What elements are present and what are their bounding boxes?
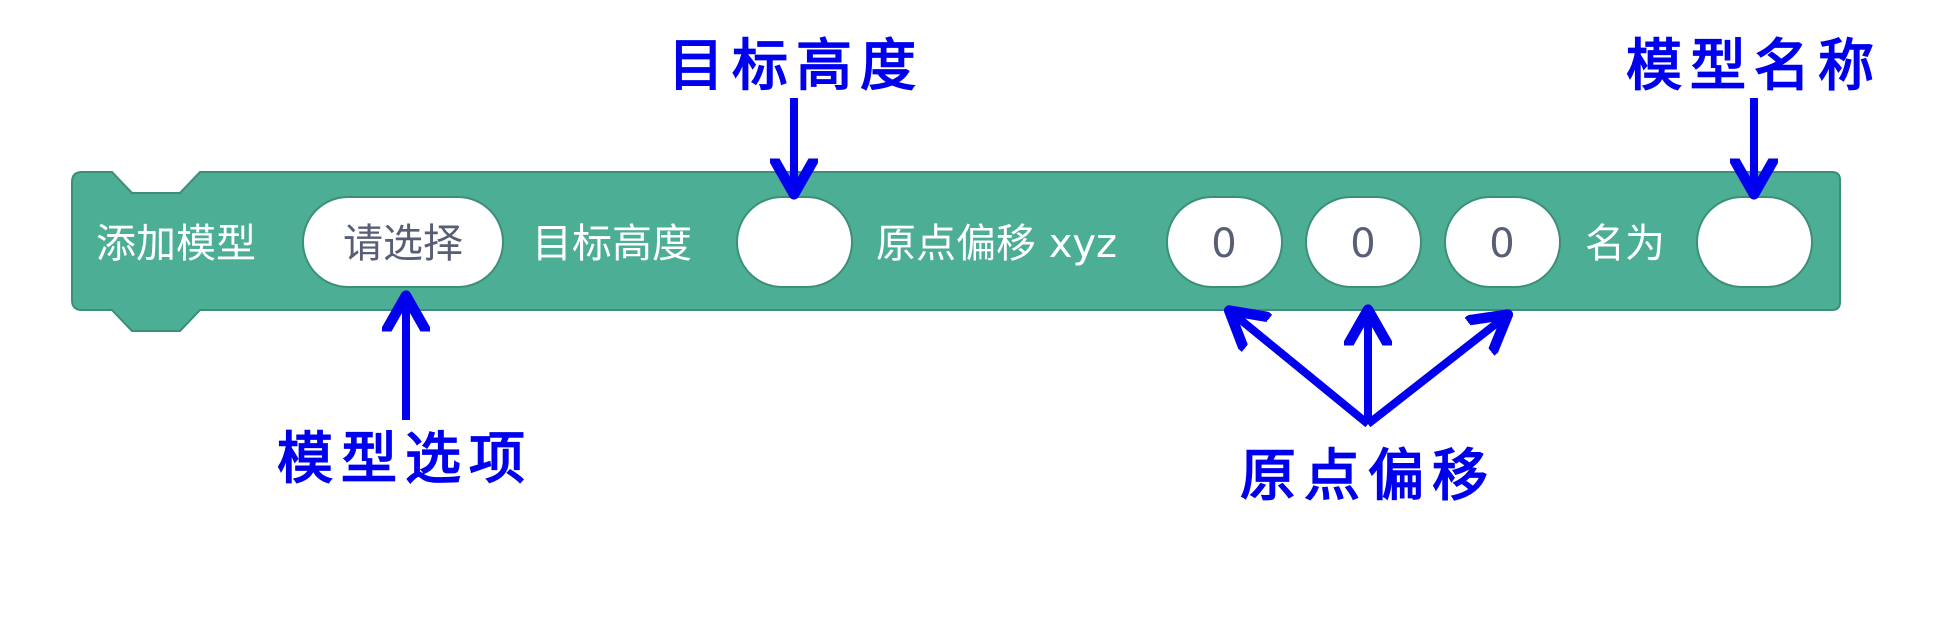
annotation-model-option: 模型选项: [277, 426, 533, 492]
add-model-block[interactable]: 添加模型 请选择 目标高度 原点偏移 xyz 0 0 0 名为: [71, 171, 1841, 332]
offset-z-value: 0: [1489, 221, 1514, 267]
offset-x-input[interactable]: 0: [1166, 196, 1283, 288]
offset-y-value: 0: [1350, 221, 1375, 267]
arrow-origin-offset-z: [1365, 316, 1506, 428]
model-name-input[interactable]: [1696, 196, 1813, 288]
arrow-origin-offset-x: [1231, 312, 1371, 428]
model-name-field: [1696, 196, 1813, 288]
block-diagram: 添加模型 请选择 目标高度 原点偏移 xyz 0 0 0 名为 目标高度 模型名…: [71, 33, 1882, 509]
target-height-field: [736, 196, 853, 288]
model-select-dropdown[interactable]: 请选择: [302, 196, 504, 288]
annotation-model-name: 模型名称: [1626, 33, 1882, 99]
offset-y-input[interactable]: 0: [1305, 196, 1422, 288]
label-target-height: 目标高度: [532, 221, 692, 267]
offset-x-value: 0: [1211, 221, 1236, 267]
label-named-as: 名为: [1585, 221, 1665, 267]
model-select-value: 请选择: [343, 221, 463, 267]
annotation-target-height: 目标高度: [668, 33, 924, 99]
offset-z-input[interactable]: 0: [1444, 196, 1561, 288]
target-height-input[interactable]: [736, 196, 853, 288]
label-origin-offset: 原点偏移 xyz: [876, 221, 1117, 267]
label-add-model: 添加模型: [96, 221, 256, 267]
annotation-origin-offset: 原点偏移: [1240, 443, 1496, 509]
